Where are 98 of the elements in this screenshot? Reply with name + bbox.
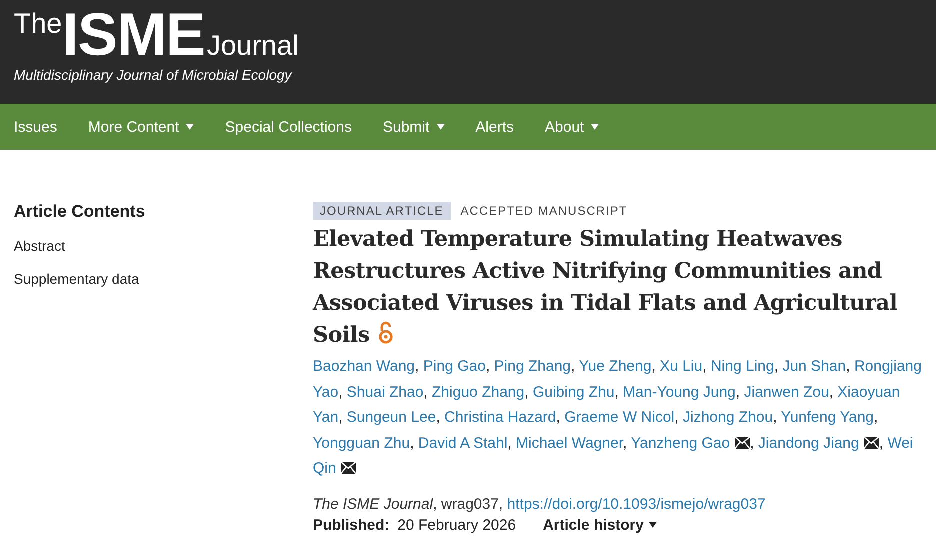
journal-name: The ISME Journal bbox=[313, 496, 434, 513]
author-link[interactable]: Shuai bbox=[346, 384, 386, 401]
author-separator: , bbox=[486, 358, 490, 375]
author-link[interactable]: Liu bbox=[682, 358, 703, 375]
author-separator: , bbox=[846, 358, 850, 375]
author-link[interactable]: Zhu bbox=[588, 384, 615, 401]
published-date: 20 February 2026 bbox=[398, 516, 516, 534]
doi-link[interactable]: https://doi.org/10.1093/ismejo/wrag037 bbox=[507, 496, 766, 513]
author-link[interactable]: Jiandong bbox=[758, 434, 820, 452]
author-link[interactable]: Lee bbox=[411, 409, 436, 426]
author-link[interactable]: Gao bbox=[702, 434, 730, 452]
author-link[interactable]: Ping bbox=[423, 358, 454, 375]
envelope-icon[interactable] bbox=[735, 436, 750, 449]
author-separator: , bbox=[879, 434, 884, 452]
author-link[interactable]: Wang bbox=[376, 358, 416, 375]
author-link[interactable]: Yan bbox=[313, 409, 339, 426]
author-separator: , bbox=[556, 409, 560, 426]
author-link[interactable]: Shan bbox=[811, 358, 846, 375]
author-link[interactable]: Rongjiang bbox=[854, 358, 922, 375]
author-separator: , bbox=[874, 409, 878, 426]
author-link[interactable]: Zhiguo bbox=[432, 384, 478, 401]
nav-link[interactable]: About bbox=[545, 118, 600, 136]
author-separator: , bbox=[614, 384, 619, 401]
author-link[interactable]: Gao bbox=[458, 358, 486, 375]
author-link[interactable]: Yunfeng bbox=[781, 409, 836, 426]
author-separator: , bbox=[338, 384, 343, 401]
published-label: Published: bbox=[313, 516, 390, 534]
nav-link[interactable]: Alerts bbox=[476, 118, 514, 136]
article-history-toggle[interactable]: Article history bbox=[543, 516, 657, 534]
author-link[interactable]: Jianwen bbox=[744, 384, 800, 401]
author-separator: , bbox=[415, 358, 420, 375]
author-link[interactable]: Baozhan bbox=[313, 358, 372, 375]
author-separator: , bbox=[571, 358, 576, 375]
author-link[interactable]: Zhu bbox=[384, 434, 410, 452]
author-link[interactable]: Yue bbox=[579, 358, 605, 375]
author-link[interactable]: Wagner bbox=[572, 434, 624, 452]
author-separator: , bbox=[773, 409, 778, 426]
author-link[interactable]: Wei bbox=[888, 434, 914, 452]
author-separator: , bbox=[410, 434, 414, 452]
author-link[interactable]: Zou bbox=[803, 384, 830, 401]
author-link[interactable]: Xiaoyuan bbox=[838, 384, 900, 401]
article-type-badge: JOURNAL ARTICLE bbox=[313, 202, 451, 220]
author-link[interactable]: Nicol bbox=[641, 409, 675, 426]
sidebar-link[interactable]: Abstract bbox=[14, 238, 313, 254]
author-link[interactable]: Michael bbox=[516, 434, 568, 452]
author-separator: , bbox=[702, 358, 707, 375]
author-link[interactable]: Sungeun bbox=[346, 409, 407, 426]
author-link[interactable]: Jizhong bbox=[682, 409, 735, 426]
author-link[interactable]: Guibing bbox=[532, 384, 585, 401]
author-separator: , bbox=[623, 434, 628, 452]
author-link[interactable]: Zhang bbox=[528, 358, 572, 375]
article-title: Elevated Temperature Simulating Heatwaves Restructures Active Nitrifying Communities and Associated Viruses in Tidal Flats and Agricultural Soils bbox=[313, 226, 898, 350]
author-link[interactable]: Jun bbox=[782, 358, 807, 375]
nav-link[interactable]: More Content bbox=[88, 118, 194, 136]
author-separator: , bbox=[736, 384, 740, 401]
nav-link[interactable]: Submit bbox=[382, 118, 445, 136]
author-separator: , bbox=[829, 384, 834, 401]
journal-tagline: Multidisciplinary Journal of Microbial Ecology bbox=[14, 67, 294, 83]
author-link[interactable]: Yongguan bbox=[313, 434, 380, 452]
author-separator: , bbox=[508, 434, 512, 452]
sidebar-title: Article Contents bbox=[14, 202, 146, 222]
author-link[interactable]: Zhang bbox=[482, 384, 525, 401]
envelope-icon[interactable] bbox=[864, 436, 880, 449]
article-id: , wrag037, bbox=[433, 496, 504, 513]
author-link[interactable]: Yang bbox=[840, 409, 874, 426]
author-link[interactable]: Jiang bbox=[823, 434, 860, 452]
author-link[interactable]: Ping bbox=[494, 358, 524, 375]
author-link[interactable]: Stahl bbox=[473, 434, 508, 452]
author-link[interactable]: Zheng bbox=[609, 358, 652, 375]
author-link[interactable]: Qin bbox=[313, 460, 336, 478]
author-separator: , bbox=[424, 384, 428, 401]
author-link[interactable]: Zhou bbox=[738, 409, 774, 426]
author-link[interactable]: David bbox=[418, 434, 457, 452]
author-link[interactable]: Zhao bbox=[389, 384, 424, 401]
author-separator: , bbox=[524, 384, 529, 401]
author-link[interactable]: Yanzheng bbox=[631, 434, 698, 452]
author-separator: , bbox=[436, 409, 440, 426]
author-link[interactable]: Christina bbox=[444, 409, 504, 426]
author-link[interactable]: Hazard bbox=[508, 409, 556, 426]
author-separator: , bbox=[674, 409, 679, 426]
author-link[interactable]: Xu bbox=[660, 358, 678, 375]
author-link[interactable]: W bbox=[622, 409, 638, 426]
author-link[interactable]: Jung bbox=[703, 384, 736, 401]
sidebar-link[interactable]: Supplementary data bbox=[14, 271, 313, 287]
article-status: ACCEPTED MANUSCRIPT bbox=[460, 204, 628, 218]
author-separator: , bbox=[774, 358, 779, 375]
author-link[interactable]: Yao bbox=[313, 384, 339, 401]
author-link[interactable]: A bbox=[460, 434, 470, 452]
author-separator: , bbox=[750, 434, 754, 452]
author-link[interactable]: Ling bbox=[746, 358, 774, 375]
author-link[interactable]: Man-Young bbox=[623, 384, 700, 401]
nav-link[interactable]: Issues bbox=[14, 118, 58, 136]
author-link[interactable]: Graeme bbox=[564, 409, 619, 426]
author-separator: , bbox=[652, 358, 656, 375]
author-link[interactable]: Ning bbox=[710, 358, 742, 375]
author-separator: , bbox=[338, 409, 343, 426]
envelope-icon[interactable] bbox=[341, 462, 356, 474]
nav-link[interactable]: Special Collections bbox=[225, 118, 352, 136]
